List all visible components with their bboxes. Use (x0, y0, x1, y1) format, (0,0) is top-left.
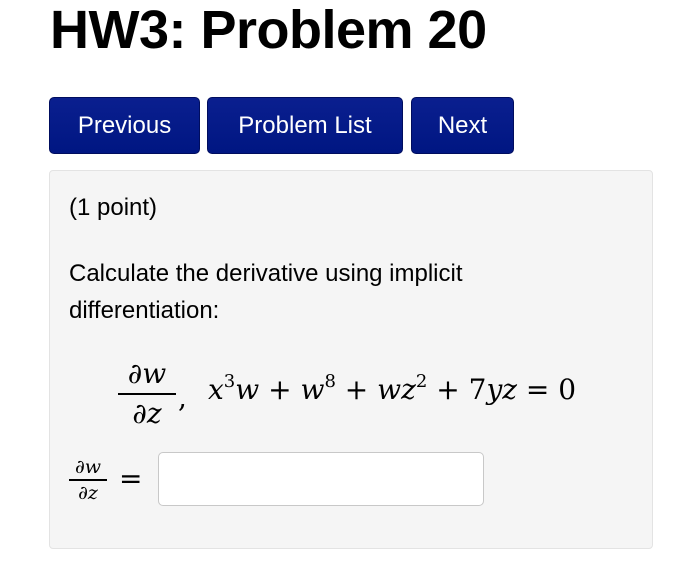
point-value: (1 point) (69, 194, 158, 221)
implicit-equation: x3w + w8 + wz2 + 7yz = 0 (208, 371, 577, 407)
plus-sign: + (335, 373, 378, 406)
answer-equals-sign: = (119, 462, 143, 495)
term-yz-vars: yz (486, 373, 518, 406)
plus-sign: + (427, 373, 469, 406)
answer-label-fraction: ∂w ∂z (69, 456, 107, 504)
derivative-denominator: ∂z (132, 397, 162, 430)
page-title: HW3: Problem 20 (50, 0, 487, 60)
answer-label-numerator: ∂w (74, 456, 102, 478)
term-wz-base: wz (377, 373, 416, 406)
fraction-bar (69, 479, 107, 481)
answer-label-denominator: ∂z (78, 481, 98, 504)
fraction-bar (118, 393, 176, 395)
term-wz-exponent: 2 (415, 371, 428, 392)
derivative-fraction: ∂w ∂z (118, 357, 176, 431)
term-yz-coefficient: 7 (468, 373, 487, 406)
problem-statement: Calculate the derivative using implicit … (69, 260, 463, 324)
answer-input[interactable] (158, 452, 484, 506)
answer-row: ∂w ∂z = (69, 452, 629, 508)
derivative-numerator: ∂w (127, 357, 167, 390)
equals-sign: = (517, 373, 559, 406)
separator-comma: , (178, 381, 187, 414)
problem-list-button[interactable]: Problem List (207, 97, 403, 154)
term-x-exponent: 3 (223, 371, 236, 392)
term-x-base: x (208, 373, 224, 406)
next-button[interactable]: Next (411, 97, 514, 154)
previous-button[interactable]: Previous (49, 97, 200, 154)
right-hand-side: 0 (558, 373, 577, 406)
term-w-exponent: 8 (324, 371, 336, 392)
plus-sign: + (259, 373, 301, 406)
problem-panel: (1 point) Calculate the derivative using… (49, 170, 653, 549)
term-x-tail: w (235, 373, 260, 406)
term-w-base: w (300, 373, 325, 406)
